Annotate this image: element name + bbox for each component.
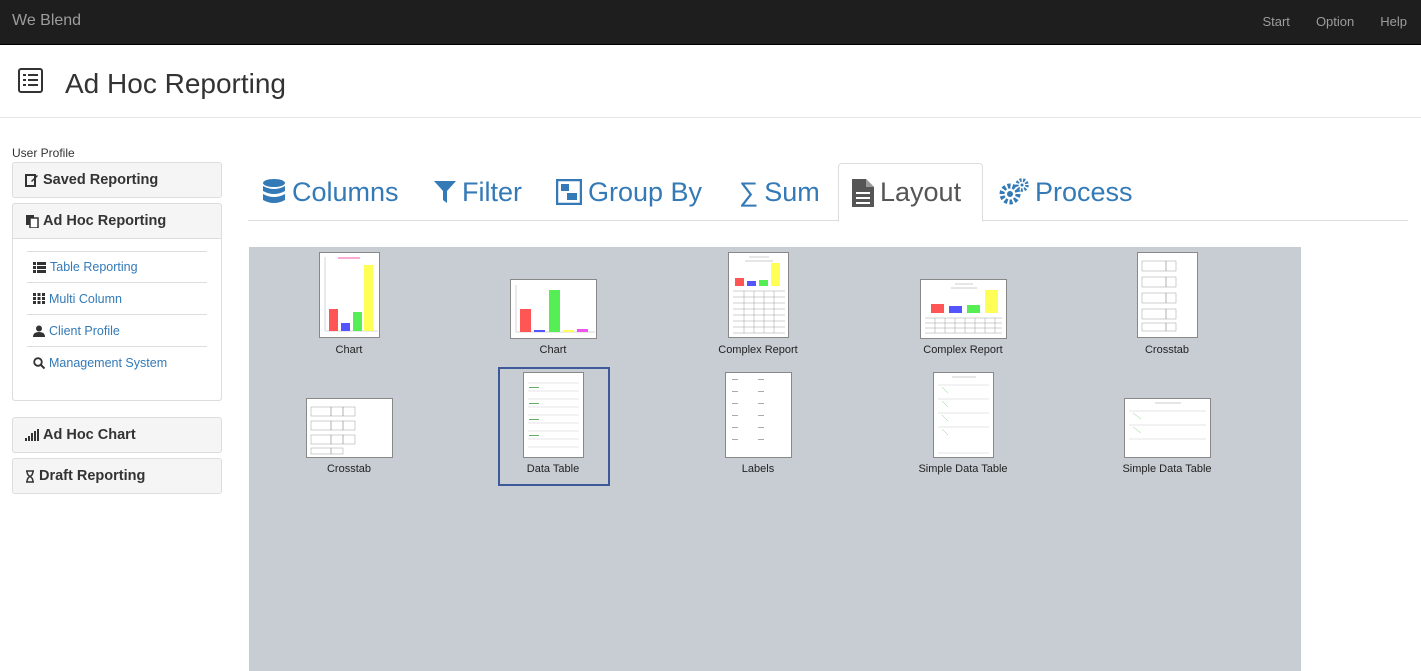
- sigma-icon: ∑: [739, 176, 759, 207]
- tab-columns[interactable]: Columns: [262, 163, 399, 221]
- sidebar-item-table-reporting[interactable]: Table Reporting: [27, 251, 207, 283]
- filter-icon: [434, 181, 456, 203]
- layout-label: Labels: [741, 463, 775, 475]
- crosstab-thumbnail: [1137, 252, 1198, 338]
- sidebar-item-client-profile[interactable]: Client Profile: [27, 315, 207, 347]
- file-text-icon: [852, 178, 874, 207]
- saved-reporting-heading[interactable]: Saved Reporting: [13, 163, 221, 197]
- nav-links: Start Option Help: [1236, 14, 1407, 29]
- sidebar-item-label: Table Reporting: [50, 260, 138, 274]
- draft-reporting-label: Draft Reporting: [39, 468, 146, 484]
- adhoc-reporting-heading[interactable]: Ad Hoc Reporting: [13, 204, 221, 238]
- saved-reporting-panel[interactable]: Saved Reporting: [12, 162, 222, 198]
- crosstab-thumbnail: [306, 398, 393, 458]
- tab-label: Filter: [462, 176, 522, 207]
- simple-data-table-thumbnail: [933, 372, 994, 458]
- cogs-icon: [999, 178, 1029, 205]
- nav-option[interactable]: Option: [1316, 14, 1354, 29]
- tab-group-by[interactable]: Group By: [556, 163, 702, 221]
- user-icon: [33, 325, 45, 337]
- tab-label: Process: [1035, 176, 1133, 207]
- data-table-thumbnail: [523, 372, 584, 458]
- layout-label: Crosstab: [1144, 344, 1190, 356]
- report-tabs: Columns Filter Group By ∑ Sum Layout Pro…: [248, 163, 1408, 222]
- object-group-icon: [556, 179, 582, 205]
- chart-thumbnail: [510, 279, 597, 339]
- sidebar-item-multi-column[interactable]: Multi Column: [27, 283, 207, 315]
- complex-report-thumbnail: [920, 279, 1007, 339]
- layout-label: Complex Report: [923, 344, 1003, 356]
- labels-thumbnail: [725, 372, 792, 458]
- th-list-icon: [33, 261, 46, 273]
- adhoc-reporting-panel: Ad Hoc Reporting Table Reporting Multi C…: [12, 203, 222, 401]
- hourglass-icon: [26, 469, 34, 483]
- chart-thumbnail: [319, 252, 380, 338]
- adhoc-reporting-label: Ad Hoc Reporting: [43, 213, 167, 229]
- layout-tile-complex-tall[interactable]: Complex Report: [658, 251, 858, 363]
- nav-help[interactable]: Help: [1380, 14, 1407, 29]
- database-icon: [263, 179, 285, 203]
- layout-label: Simple Data Table: [1122, 463, 1212, 475]
- page-title: Ad Hoc Reporting: [65, 68, 287, 99]
- list-alt-icon: [18, 68, 43, 98]
- nav-start[interactable]: Start: [1262, 14, 1289, 29]
- tab-label: Group By: [588, 176, 703, 207]
- sidebar-item-label: Client Profile: [49, 323, 120, 338]
- brand[interactable]: We Blend: [12, 12, 81, 30]
- tab-label: Sum: [764, 176, 820, 207]
- layout-tile-simple-wide[interactable]: Simple Data Table: [1067, 371, 1267, 483]
- tab-sum[interactable]: ∑ Sum: [739, 163, 820, 221]
- adhoc-chart-panel[interactable]: Ad Hoc Chart: [12, 417, 222, 453]
- complex-report-thumbnail: [728, 252, 789, 338]
- adhoc-links: Table Reporting Multi Column Client Prof…: [13, 238, 221, 400]
- layout-tile-complex-wide[interactable]: Complex Report: [863, 251, 1063, 363]
- adhoc-chart-heading[interactable]: Ad Hoc Chart: [13, 418, 221, 452]
- tab-process[interactable]: Process: [999, 163, 1133, 221]
- tab-label: Layout: [880, 177, 962, 207]
- sidebar-item-label: Management System: [49, 356, 168, 370]
- th-icon: [33, 293, 45, 304]
- sidebar-item-management-system[interactable]: Management System: [27, 347, 207, 379]
- tab-filter[interactable]: Filter: [434, 163, 522, 221]
- user-profile-label: User Profile: [12, 146, 75, 160]
- saved-reporting-label: Saved Reporting: [43, 172, 159, 188]
- signal-icon: [25, 429, 39, 441]
- page-header: Ad Hoc Reporting: [0, 45, 1421, 118]
- layout-label: Data Table: [526, 463, 580, 475]
- copy-file-icon: [26, 215, 39, 228]
- layout-tile-crosstab-tall[interactable]: Crosstab: [1067, 251, 1267, 363]
- layout-gallery: Chart Chart Complex Report Complex Repor…: [249, 247, 1301, 671]
- tab-layout[interactable]: Layout: [838, 163, 983, 222]
- tab-label: Columns: [292, 176, 399, 207]
- search-icon: [33, 357, 45, 369]
- draft-reporting-panel[interactable]: Draft Reporting: [12, 458, 222, 494]
- layout-label: Simple Data Table: [918, 463, 1008, 475]
- sidebar-item-label: Multi Column: [49, 291, 122, 306]
- layout-label: Crosstab: [326, 463, 372, 475]
- layout-label: Complex Report: [718, 344, 798, 356]
- adhoc-chart-label: Ad Hoc Chart: [43, 427, 136, 443]
- draft-reporting-heading[interactable]: Draft Reporting: [13, 459, 221, 493]
- layout-label: Chart: [335, 344, 363, 356]
- layout-tile-labels[interactable]: Labels: [658, 371, 858, 483]
- layout-tile-data-table[interactable]: Data Table: [453, 367, 653, 486]
- layout-tile-chart-wide[interactable]: Chart: [453, 251, 653, 363]
- layout-label: Chart: [539, 344, 567, 356]
- edit-icon: [25, 174, 38, 187]
- layout-tile-chart-tall[interactable]: Chart: [249, 251, 449, 363]
- top-navbar: We Blend Start Option Help: [0, 0, 1421, 45]
- layout-tile-crosstab-wide[interactable]: Crosstab: [249, 371, 449, 483]
- simple-data-table-thumbnail: [1124, 398, 1211, 458]
- layout-tile-simple-tall[interactable]: Simple Data Table: [863, 371, 1063, 483]
